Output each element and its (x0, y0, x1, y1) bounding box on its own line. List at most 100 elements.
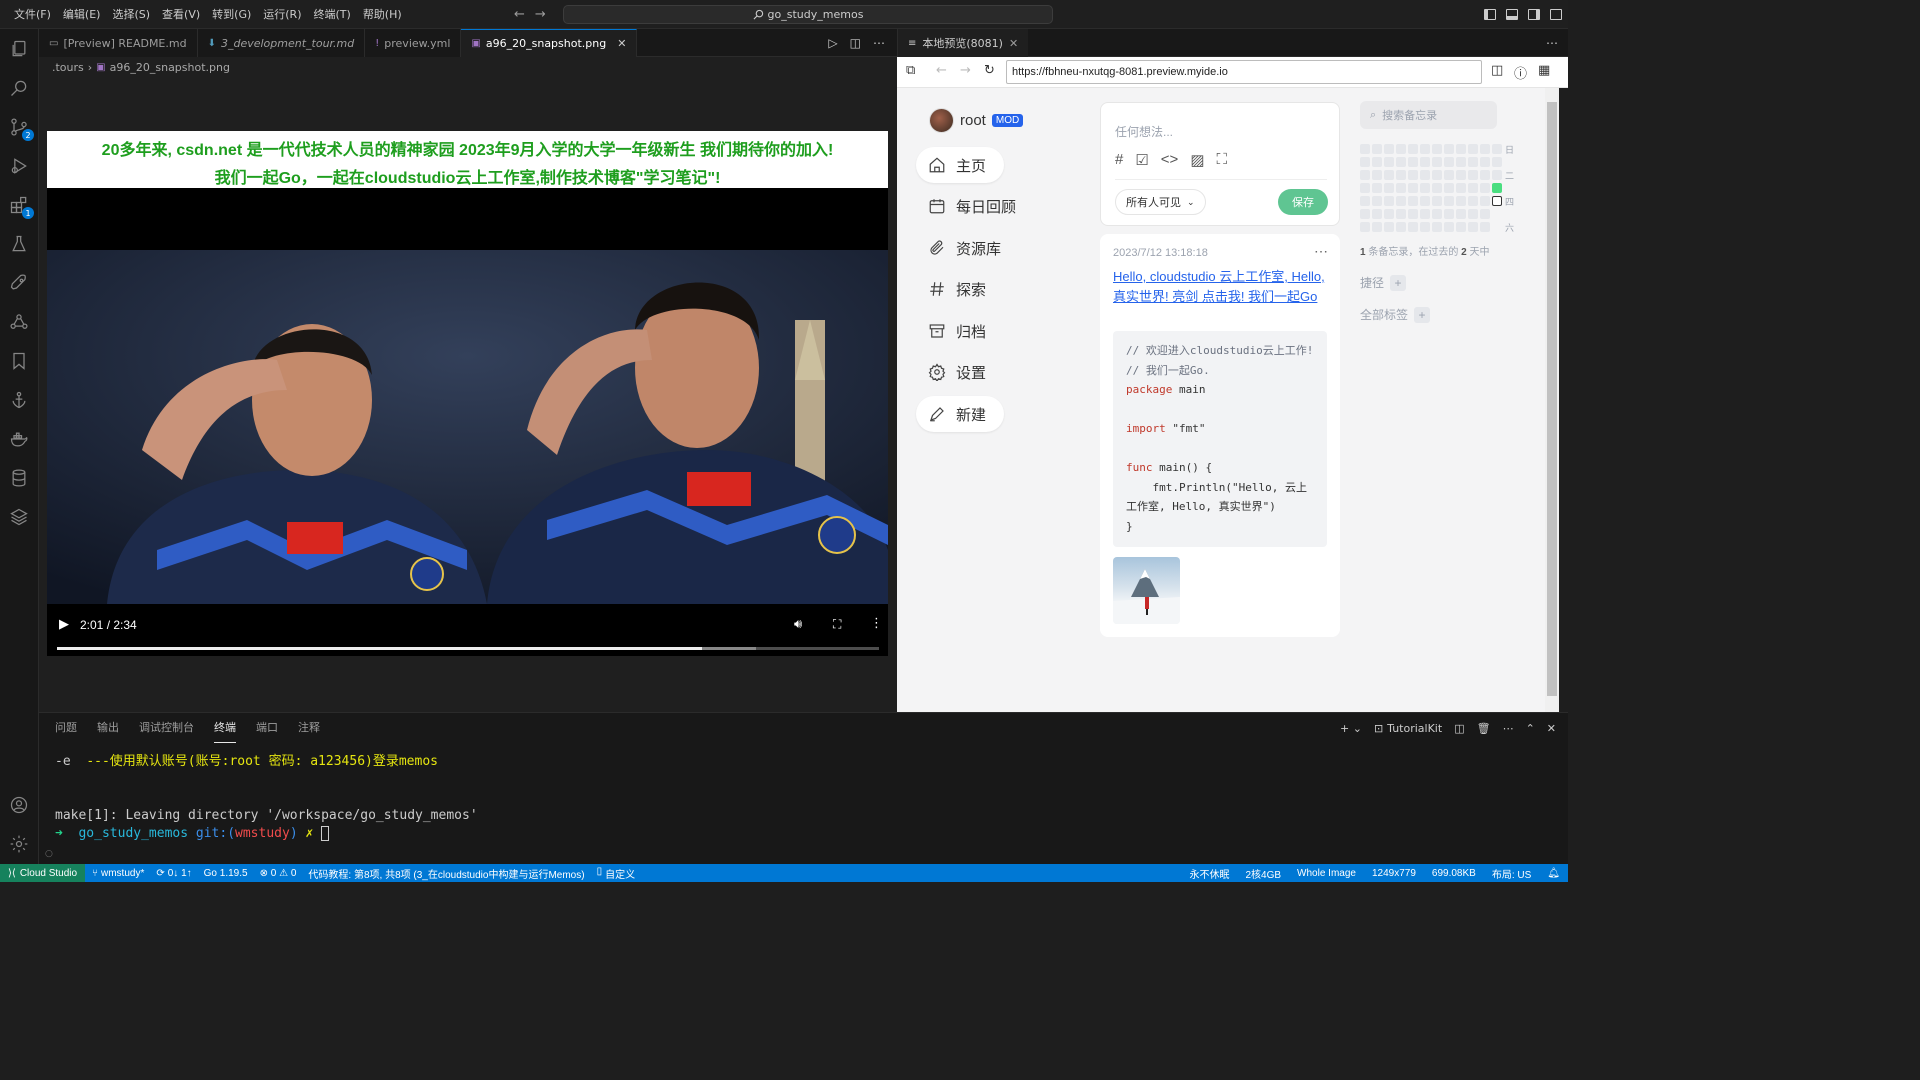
menu-edit[interactable]: 编辑(E) (57, 0, 107, 29)
toggle-secondary-sidebar-icon[interactable] (1528, 9, 1540, 20)
heatmap-cell[interactable] (1384, 144, 1394, 154)
extensions-icon[interactable]: 1 (8, 194, 34, 219)
heatmap-cell[interactable] (1492, 157, 1502, 167)
rocket-icon[interactable] (8, 272, 30, 294)
remote-indicator[interactable]: ⟩⟨ Cloud Studio (0, 864, 86, 882)
heatmap-cell[interactable] (1432, 170, 1442, 180)
breadcrumb-folder[interactable]: .tours (52, 61, 84, 74)
heatmap-cell[interactable] (1420, 157, 1430, 167)
video-progress-bar[interactable] (57, 647, 879, 650)
branch-status[interactable]: ⑂ wmstudy* (92, 868, 144, 879)
heatmap-cell[interactable] (1396, 183, 1406, 193)
toggle-panel-icon[interactable] (1506, 9, 1518, 20)
heatmap-cell[interactable] (1372, 183, 1382, 193)
heatmap-cell[interactable] (1420, 222, 1430, 232)
heatmap-cell[interactable] (1492, 183, 1502, 193)
run-icon[interactable]: ▷ (828, 36, 837, 50)
nav-daily-review[interactable]: 每日回顾 (916, 188, 1036, 224)
fullscreen-icon[interactable]: ⛶ (1217, 151, 1228, 169)
anchor-icon[interactable] (8, 389, 30, 411)
source-control-icon[interactable]: 2 (8, 116, 34, 141)
user-header[interactable]: root MOD (929, 108, 1024, 133)
heatmap-cell[interactable] (1432, 209, 1442, 219)
menu-view[interactable]: 查看(V) (156, 0, 206, 29)
new-terminal-icon[interactable]: + ⌄ (1340, 722, 1362, 735)
heatmap-cell[interactable] (1420, 183, 1430, 193)
heatmap-cell[interactable] (1420, 209, 1430, 219)
more-actions-icon[interactable]: ⋯ (873, 36, 885, 50)
heatmap-cell[interactable] (1444, 209, 1454, 219)
tab-preview-yml[interactable]: ! preview.yml (365, 29, 462, 57)
memo-image-thumbnail[interactable] (1113, 557, 1180, 624)
tab-output[interactable]: 输出 (97, 713, 119, 743)
forward-arrow-icon[interactable]: → (960, 63, 971, 78)
heatmap-cell[interactable] (1408, 222, 1418, 232)
trash-icon[interactable]: 🗑︎ (1477, 722, 1491, 735)
heatmap-cell[interactable] (1456, 196, 1466, 206)
heatmap-cell[interactable] (1444, 222, 1454, 232)
menu-terminal[interactable]: 终端(T) (308, 0, 357, 29)
menu-selection[interactable]: 选择(S) (106, 0, 156, 29)
split-editor-icon[interactable]: ◫ (850, 36, 861, 50)
terminal-instance[interactable]: ⊡ TutorialKit (1374, 722, 1442, 735)
heatmap-cell[interactable] (1408, 144, 1418, 154)
terminal-output[interactable]: -e ---使用默认账号(账号:root 密码: a123456)登录memos… (55, 753, 478, 843)
heatmap-cell[interactable] (1468, 222, 1478, 232)
nav-resources[interactable]: 资源库 (916, 230, 1026, 266)
heatmap-cell[interactable] (1456, 183, 1466, 193)
heatmap-cell[interactable] (1468, 157, 1478, 167)
go-version[interactable]: Go 1.19.5 (204, 868, 248, 879)
split-terminal-icon[interactable]: ◫ (1454, 722, 1464, 735)
heatmap-cell[interactable] (1456, 144, 1466, 154)
heatmap-cell[interactable] (1408, 157, 1418, 167)
heatmap-cell[interactable] (1372, 157, 1382, 167)
heatmap-cell[interactable] (1360, 170, 1370, 180)
reader-icon[interactable]: ◫ (1491, 63, 1503, 78)
heatmap-cell[interactable] (1396, 170, 1406, 180)
heatmap-cell[interactable] (1384, 209, 1394, 219)
tab-comments[interactable]: 注释 (298, 713, 320, 743)
explorer-icon[interactable] (8, 38, 30, 60)
memo-link[interactable]: Hello, cloudstudio 云上工作室, Hello, 真实世界! 亮… (1113, 267, 1329, 307)
open-external-icon[interactable]: ⧉ (906, 63, 915, 78)
heatmap-cell[interactable] (1408, 170, 1418, 180)
heatmap-cell[interactable] (1408, 209, 1418, 219)
heatmap-cell[interactable] (1432, 144, 1442, 154)
heatmap-cell[interactable] (1432, 183, 1442, 193)
heatmap-cell[interactable] (1360, 157, 1370, 167)
heatmap-cell[interactable] (1420, 196, 1430, 206)
heatmap-cell[interactable] (1396, 222, 1406, 232)
memo-search-input[interactable]: ⌕ 搜索备忘录 (1360, 101, 1497, 129)
database-icon[interactable] (8, 467, 30, 489)
heatmap-cell[interactable] (1456, 209, 1466, 219)
heatmap-cell[interactable] (1444, 144, 1454, 154)
checkbox-icon[interactable]: ☑ (1135, 151, 1148, 169)
heatmap-cell[interactable] (1408, 196, 1418, 206)
heatmap-cell[interactable] (1444, 157, 1454, 167)
menu-go[interactable]: 转到(G) (206, 0, 257, 29)
close-panel-icon[interactable]: ✕ (1547, 722, 1556, 735)
heatmap-cell[interactable] (1456, 222, 1466, 232)
forward-arrow-icon[interactable]: → (535, 7, 546, 22)
heatmap-cell[interactable] (1468, 183, 1478, 193)
heatmap-cell[interactable] (1492, 209, 1502, 219)
run-debug-icon[interactable] (8, 155, 30, 177)
fullscreen-icon[interactable]: ⛶ (833, 617, 841, 632)
heatmap-cell[interactable] (1468, 196, 1478, 206)
search-icon[interactable] (8, 77, 30, 99)
more-actions-icon[interactable]: ⋯ (1546, 36, 1558, 50)
tab-terminal[interactable]: 终端 (214, 713, 236, 743)
heatmap-cell[interactable] (1480, 209, 1490, 219)
heatmap-cell[interactable] (1360, 183, 1370, 193)
volume-icon[interactable]: 🔊︎ (794, 617, 802, 632)
more-actions-icon[interactable]: ⋯ (1503, 722, 1514, 735)
video-menu-icon[interactable]: ⋮ (870, 616, 883, 631)
heatmap-cell[interactable] (1432, 157, 1442, 167)
heatmap-cell[interactable] (1480, 157, 1490, 167)
heatmap-cell[interactable] (1360, 144, 1370, 154)
heatmap-cell[interactable] (1456, 170, 1466, 180)
close-icon[interactable]: ✕ (1009, 37, 1018, 50)
heatmap-cell[interactable] (1432, 196, 1442, 206)
tab-snapshot-png[interactable]: ▣ a96_20_snapshot.png ✕ (461, 29, 638, 57)
heatmap-cell[interactable] (1420, 170, 1430, 180)
